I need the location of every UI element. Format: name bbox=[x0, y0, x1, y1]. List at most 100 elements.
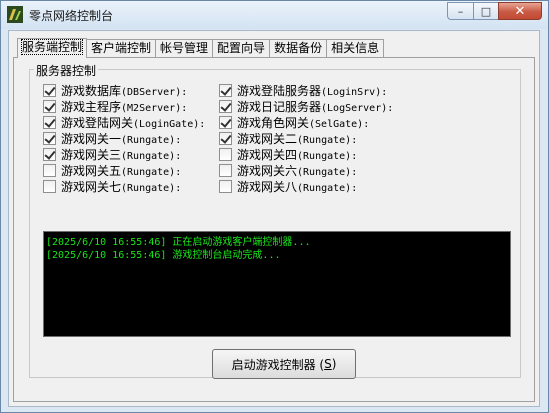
server-checkbox-label: 游戏网关一(Rungate): bbox=[61, 130, 181, 147]
checkbox[interactable] bbox=[219, 99, 232, 113]
tab-data-backup[interactable]: 数据备份 bbox=[269, 39, 328, 57]
server-id: (SelGate): bbox=[309, 118, 370, 130]
server-checkbox-label: 游戏网关三(Rungate): bbox=[61, 146, 181, 163]
server-checkbox-label: 游戏数据库(DBServer): bbox=[61, 82, 187, 99]
server-name: 游戏登陆服务器 bbox=[237, 83, 322, 98]
start-controller-button[interactable]: 启动游戏控制器 (S) bbox=[212, 349, 356, 379]
checkbox[interactable] bbox=[219, 115, 232, 129]
close-button[interactable]: ✕ bbox=[498, 2, 542, 20]
tab-about[interactable]: 相关信息 bbox=[326, 39, 385, 57]
client-area: 服务端控制 客户端控制 帐号管理 配置向导 数据备份 相关信息 服务器控制 游戏… bbox=[8, 30, 540, 407]
server-id: (Rungate): bbox=[121, 166, 182, 178]
start-button-label: 启动游戏控制器 ( bbox=[231, 357, 325, 372]
server-checkbox-label: 游戏登陆网关(LoginGate): bbox=[61, 114, 205, 131]
server-checkbox[interactable]: 游戏网关四(Rungate): bbox=[219, 146, 357, 162]
server-checkbox-label: 游戏网关五(Rungate): bbox=[61, 162, 181, 179]
server-id: (LoginSrv): bbox=[321, 86, 388, 98]
server-id: (Rungate): bbox=[297, 150, 358, 162]
server-name: 游戏日记服务器 bbox=[237, 99, 322, 114]
tab-client-control[interactable]: 客户端控制 bbox=[86, 39, 157, 57]
checkbox[interactable] bbox=[219, 179, 232, 193]
server-checkbox-label: 游戏角色网关(SelGate): bbox=[237, 114, 369, 131]
server-id: (Rungate): bbox=[121, 150, 182, 162]
tab-config-wizard[interactable]: 配置向导 bbox=[212, 39, 271, 57]
checkbox[interactable] bbox=[43, 131, 56, 145]
server-name: 游戏数据库 bbox=[61, 83, 122, 98]
server-name: 游戏角色网关 bbox=[237, 115, 310, 130]
server-name: 游戏网关二 bbox=[237, 131, 298, 146]
server-id: (LoginGate): bbox=[133, 118, 206, 130]
window-title: 零点网络控制台 bbox=[29, 9, 114, 23]
server-checkbox-label: 游戏网关六(Rungate): bbox=[237, 162, 357, 179]
server-checkbox-label: 游戏网关八(Rungate): bbox=[237, 178, 357, 195]
server-name: 游戏网关三 bbox=[61, 147, 122, 162]
checkbox[interactable] bbox=[219, 131, 232, 145]
server-checkbox-label: 游戏主程序(M2Server): bbox=[61, 98, 187, 115]
checkbox[interactable] bbox=[43, 179, 56, 193]
minimize-button[interactable]: – bbox=[447, 2, 473, 20]
server-name: 游戏网关一 bbox=[61, 131, 122, 146]
server-checkbox[interactable]: 游戏网关一(Rungate): bbox=[43, 130, 181, 146]
checkbox[interactable] bbox=[43, 163, 56, 177]
tab-server-control[interactable]: 服务端控制 bbox=[17, 38, 88, 58]
server-control-group: 服务器控制 游戏数据库(DBServer): 游戏登陆服务器(LoginSrv):… bbox=[29, 62, 521, 379]
group-title: 服务器控制 bbox=[34, 62, 99, 79]
server-checkbox-label: 游戏网关二(Rungate): bbox=[237, 130, 357, 147]
start-button-hotkey: S bbox=[324, 357, 332, 371]
checkbox[interactable] bbox=[43, 99, 56, 113]
server-name: 游戏网关八 bbox=[237, 179, 298, 194]
maximize-button[interactable]: □ bbox=[473, 2, 498, 20]
server-checkbox[interactable]: 游戏登陆网关(LoginGate): bbox=[43, 114, 205, 130]
server-id: (Rungate): bbox=[121, 182, 182, 194]
main-window: 零点网络控制台 – □ ✕ 服务端控制 客户端控制 帐号管理 配置向导 数据备份… bbox=[0, 0, 549, 413]
server-checkbox-label: 游戏网关七(Rungate): bbox=[61, 178, 181, 195]
tab-strip: 服务端控制 客户端控制 帐号管理 配置向导 数据备份 相关信息 bbox=[17, 38, 385, 58]
server-name: 游戏网关六 bbox=[237, 163, 298, 178]
log-line: [2025/6/10 16:55:46] 正在启动游戏客户端控制器... bbox=[46, 237, 311, 248]
server-checkbox-label: 游戏登陆服务器(LoginSrv): bbox=[237, 82, 387, 99]
server-checkbox[interactable]: 游戏网关六(Rungate): bbox=[219, 162, 357, 178]
server-checkbox[interactable]: 游戏日记服务器(LogServer): bbox=[219, 98, 393, 114]
server-checkbox[interactable]: 游戏网关八(Rungate): bbox=[219, 178, 357, 194]
title-bar[interactable]: 零点网络控制台 – □ ✕ bbox=[1, 1, 548, 29]
server-id: (Rungate): bbox=[121, 134, 182, 146]
server-checkbox[interactable]: 游戏网关三(Rungate): bbox=[43, 146, 181, 162]
server-checkbox[interactable]: 游戏数据库(DBServer): bbox=[43, 82, 187, 98]
checkbox[interactable] bbox=[43, 147, 56, 161]
start-button-suffix: ) bbox=[331, 357, 337, 371]
server-id: (Rungate): bbox=[297, 166, 358, 178]
checkbox[interactable] bbox=[219, 83, 232, 97]
tab-label: 服务端控制 bbox=[20, 39, 84, 55]
server-id: (Rungate): bbox=[297, 134, 358, 146]
server-id: (DBServer): bbox=[121, 86, 188, 98]
server-checkbox[interactable]: 游戏网关二(Rungate): bbox=[219, 130, 357, 146]
checkbox[interactable] bbox=[43, 115, 56, 129]
server-name: 游戏登陆网关 bbox=[61, 115, 134, 130]
tab-account-management[interactable]: 帐号管理 bbox=[155, 39, 214, 57]
tab-label: 配置向导 bbox=[217, 41, 266, 55]
server-checkbox-label: 游戏日记服务器(LogServer): bbox=[237, 98, 393, 115]
server-id: (LogServer): bbox=[321, 102, 394, 114]
server-id: (M2Server): bbox=[121, 102, 188, 114]
server-name: 游戏网关四 bbox=[237, 147, 298, 162]
server-checkbox[interactable]: 游戏网关五(Rungate): bbox=[43, 162, 181, 178]
server-checkbox[interactable]: 游戏主程序(M2Server): bbox=[43, 98, 187, 114]
checkbox[interactable] bbox=[43, 83, 56, 97]
server-checkbox[interactable]: 游戏网关七(Rungate): bbox=[43, 178, 181, 194]
app-icon bbox=[7, 6, 23, 23]
checkbox[interactable] bbox=[219, 163, 232, 177]
log-line: [2025/6/10 16:55:46] 游戏控制台启动完成... bbox=[46, 250, 281, 261]
tab-label: 数据备份 bbox=[274, 41, 323, 55]
server-name: 游戏网关五 bbox=[61, 163, 122, 178]
tab-label: 相关信息 bbox=[331, 41, 380, 55]
checkbox[interactable] bbox=[219, 147, 232, 161]
log-console[interactable]: [2025/6/10 16:55:46] 正在启动游戏客户端控制器... [20… bbox=[43, 231, 511, 337]
tab-label: 帐号管理 bbox=[160, 41, 209, 55]
server-name: 游戏主程序 bbox=[61, 99, 122, 114]
tab-label: 客户端控制 bbox=[91, 41, 152, 55]
server-checkbox[interactable]: 游戏登陆服务器(LoginSrv): bbox=[219, 82, 387, 98]
server-name: 游戏网关七 bbox=[61, 179, 122, 194]
server-id: (Rungate): bbox=[297, 182, 358, 194]
server-checkbox-label: 游戏网关四(Rungate): bbox=[237, 146, 357, 163]
server-checkbox[interactable]: 游戏角色网关(SelGate): bbox=[219, 114, 369, 130]
